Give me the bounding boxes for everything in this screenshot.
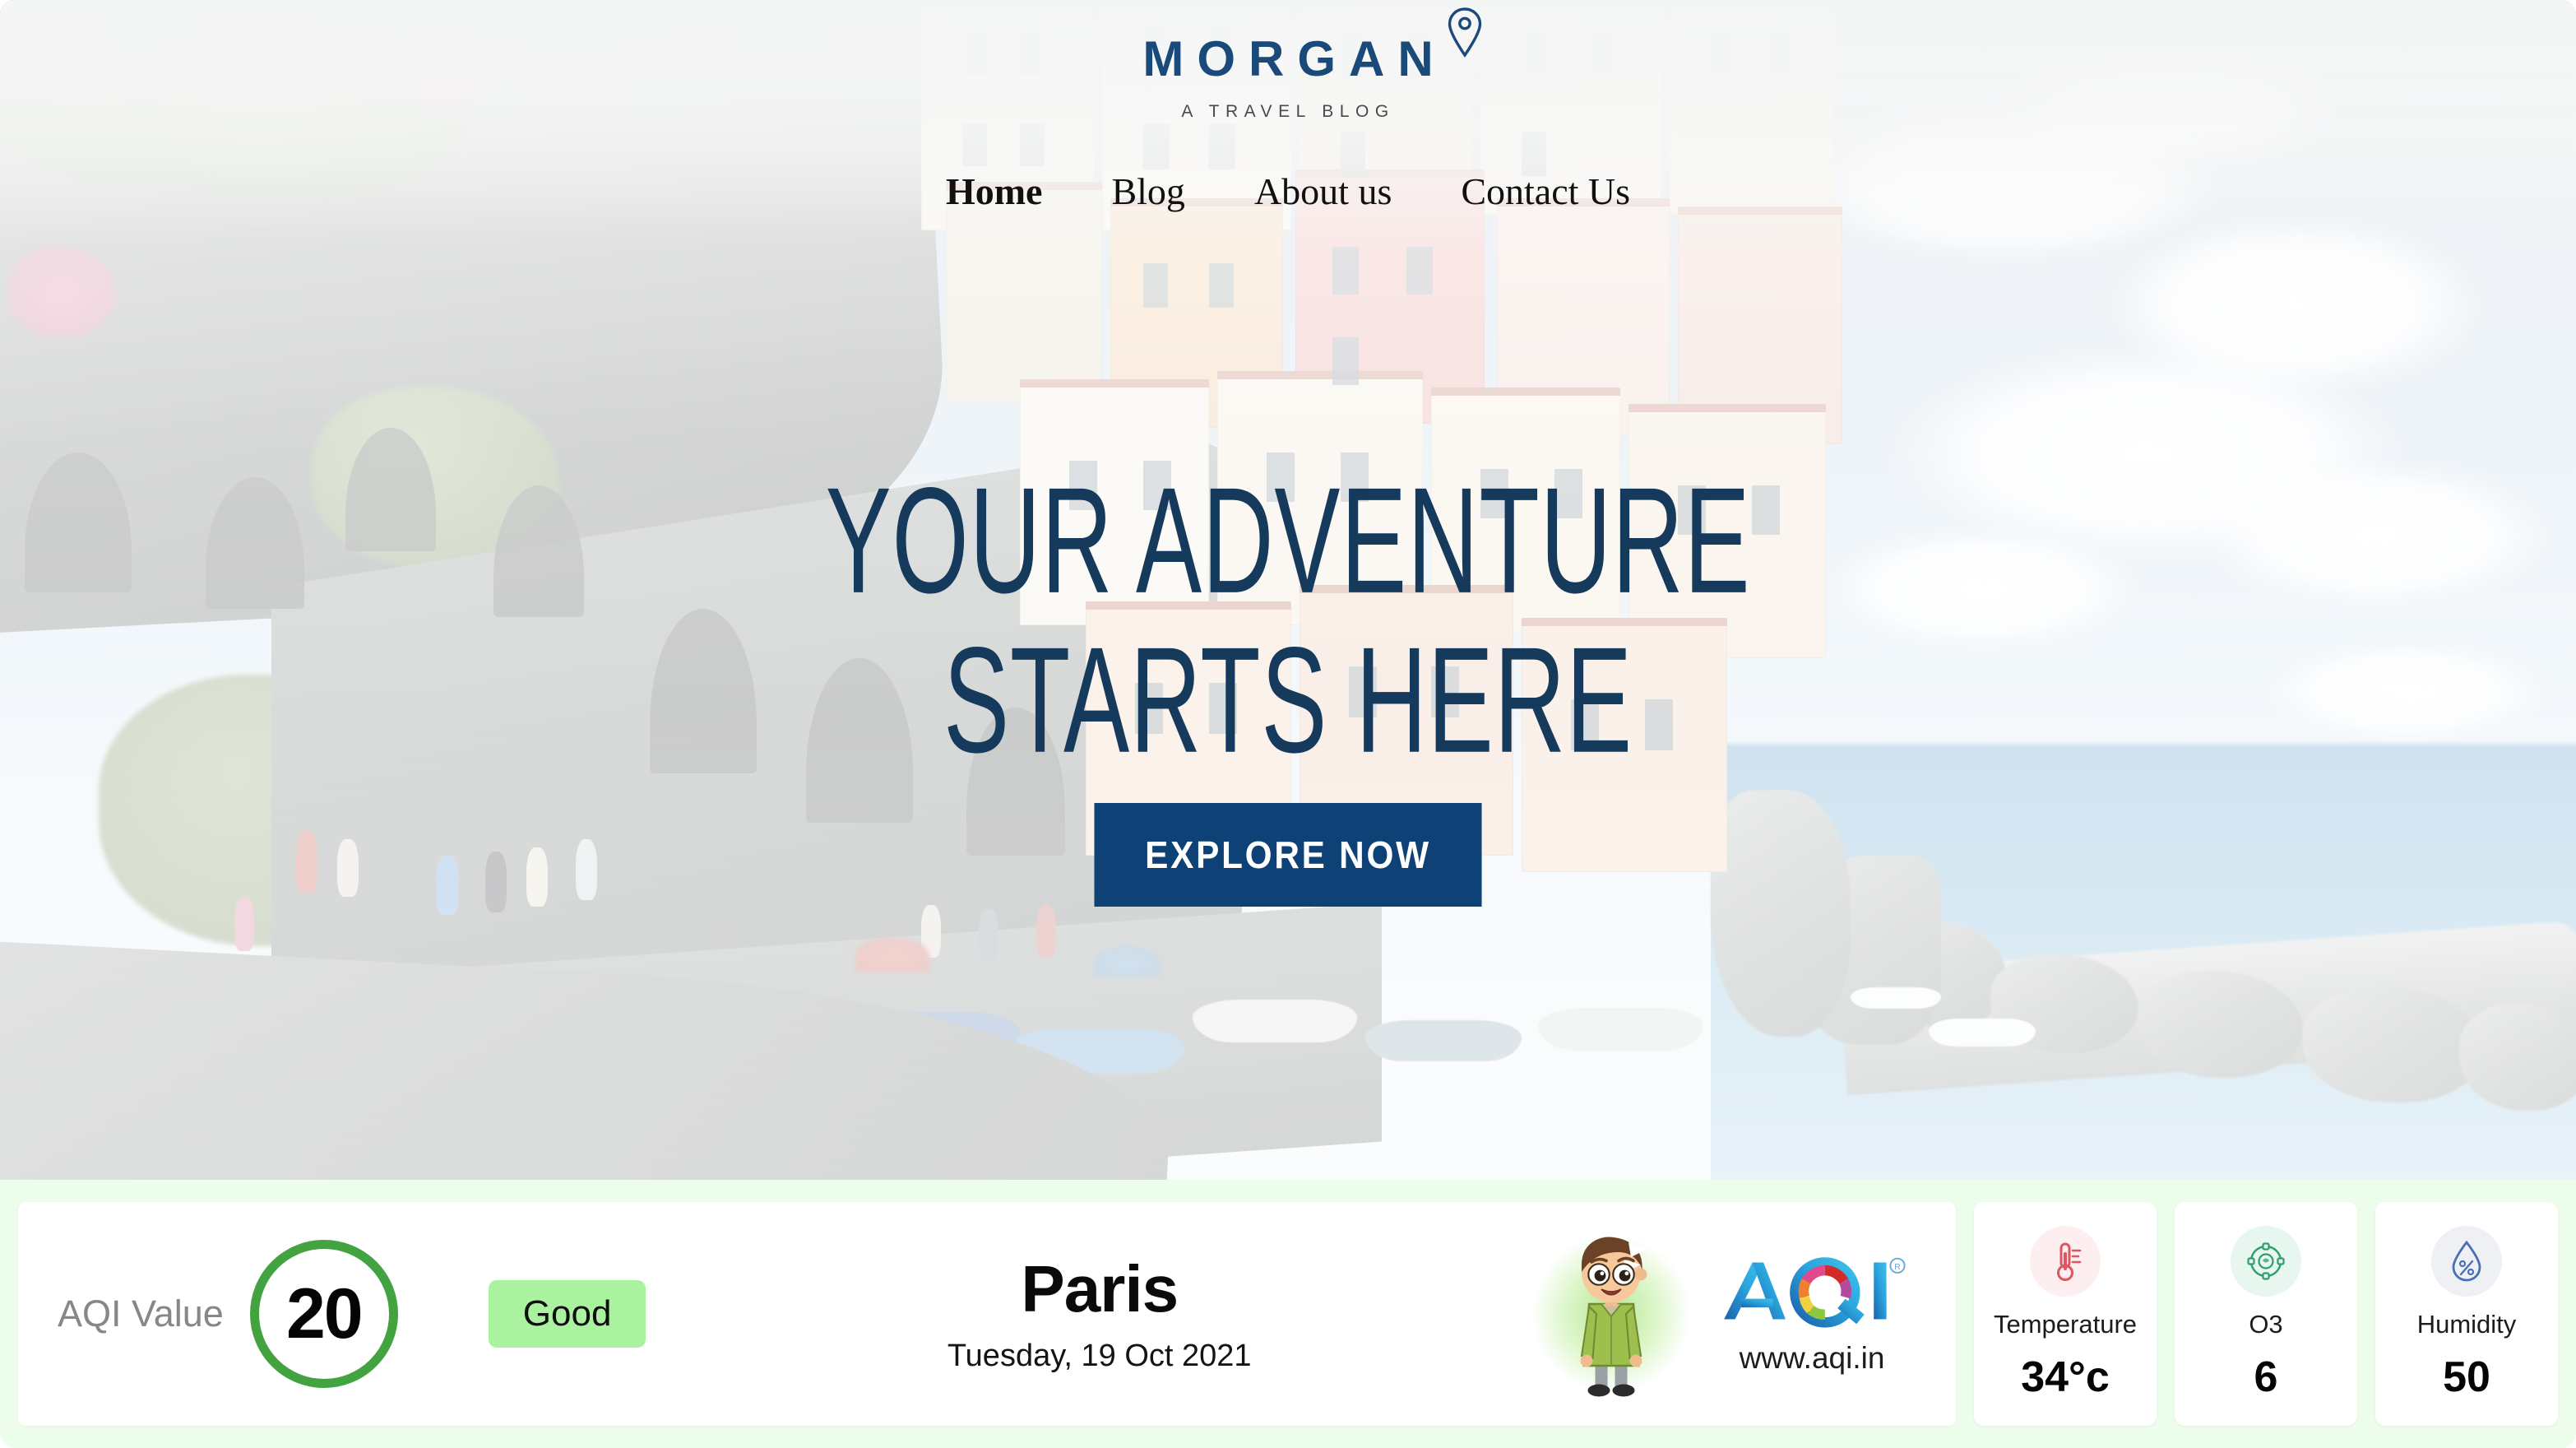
aqi-brand[interactable]: R www.aqi.in <box>1709 1253 1915 1376</box>
aqi-status-badge: Good <box>488 1280 646 1348</box>
nav-item-home[interactable]: Home <box>911 169 1077 213</box>
city-name: Paris <box>1021 1251 1179 1325</box>
nav-item-about-us[interactable]: About us <box>1220 169 1426 213</box>
logo-wordmark: MORGAN <box>1142 31 1447 86</box>
aqi-value: 20 <box>285 1274 364 1353</box>
aqi-summary-card: AQI Value 20 Good Paris Tuesday, 19 Oct … <box>18 1202 1956 1426</box>
current-date: Tuesday, 19 Oct 2021 <box>947 1338 1252 1373</box>
aqi-value-ring: 20 <box>249 1240 398 1388</box>
aqi-logo-icon: R <box>1723 1256 1906 1328</box>
metric-value-temperature: 34°c <box>2021 1353 2110 1401</box>
logo-tagline: A TRAVEL BLOG <box>1181 102 1395 121</box>
main-navigation: Home Blog About us Contact Us <box>0 169 2576 213</box>
site-logo[interactable]: MORGAN A TRAVEL BLOG <box>1129 7 1481 122</box>
thermometer-icon <box>2030 1226 2101 1297</box>
nav-item-blog[interactable]: Blog <box>1077 169 1219 213</box>
aqi-value-label: AQI Value <box>58 1293 224 1334</box>
explore-now-button[interactable]: EXPLORE NOW <box>1094 803 1482 907</box>
hero-headline: YOUR ADVENTURE STARTS HERE <box>257 455 2319 784</box>
browser-window: MORGAN A TRAVEL BLOG Home Blog About us … <box>0 0 2576 1448</box>
metric-label-o3: O3 <box>2249 1310 2283 1339</box>
aqi-widget: AQI Value 20 Good Paris Tuesday, 19 Oct … <box>0 1180 2576 1448</box>
metric-label-humidity: Humidity <box>2416 1310 2517 1339</box>
metric-value-humidity: 50 <box>2443 1353 2490 1401</box>
metric-label-temperature: Temperature <box>1993 1310 2138 1339</box>
aqi-website-url: www.aqi.in <box>1739 1340 1885 1375</box>
svg-text:R: R <box>1894 1262 1901 1272</box>
ozone-molecule-icon <box>2231 1226 2301 1297</box>
site-header: MORGAN A TRAVEL BLOG Home Blog About us … <box>0 0 2576 213</box>
hero-headline-line-2: STARTS HERE <box>943 615 1633 784</box>
metric-card-temperature: Temperature 34°c <box>1974 1202 2157 1426</box>
boy-mascot-icon <box>1533 1228 1689 1400</box>
hero-content: YOUR ADVENTURE STARTS HERE EXPLORE NOW <box>0 455 2576 907</box>
metric-card-humidity: Humidity 50 <box>2375 1202 2558 1426</box>
hero-headline-line-1: YOUR ADVENTURE <box>825 455 1751 624</box>
mascot-figure <box>1580 1237 1647 1397</box>
nav-item-contact-us[interactable]: Contact Us <box>1426 169 1665 213</box>
location-block: Paris Tuesday, 19 Oct 2021 <box>679 1251 1520 1374</box>
metric-card-o3: O3 6 <box>2175 1202 2357 1426</box>
location-pin-icon <box>1448 7 1481 58</box>
humidity-droplet-icon <box>2431 1226 2502 1297</box>
metric-value-o3: 6 <box>2254 1353 2278 1401</box>
